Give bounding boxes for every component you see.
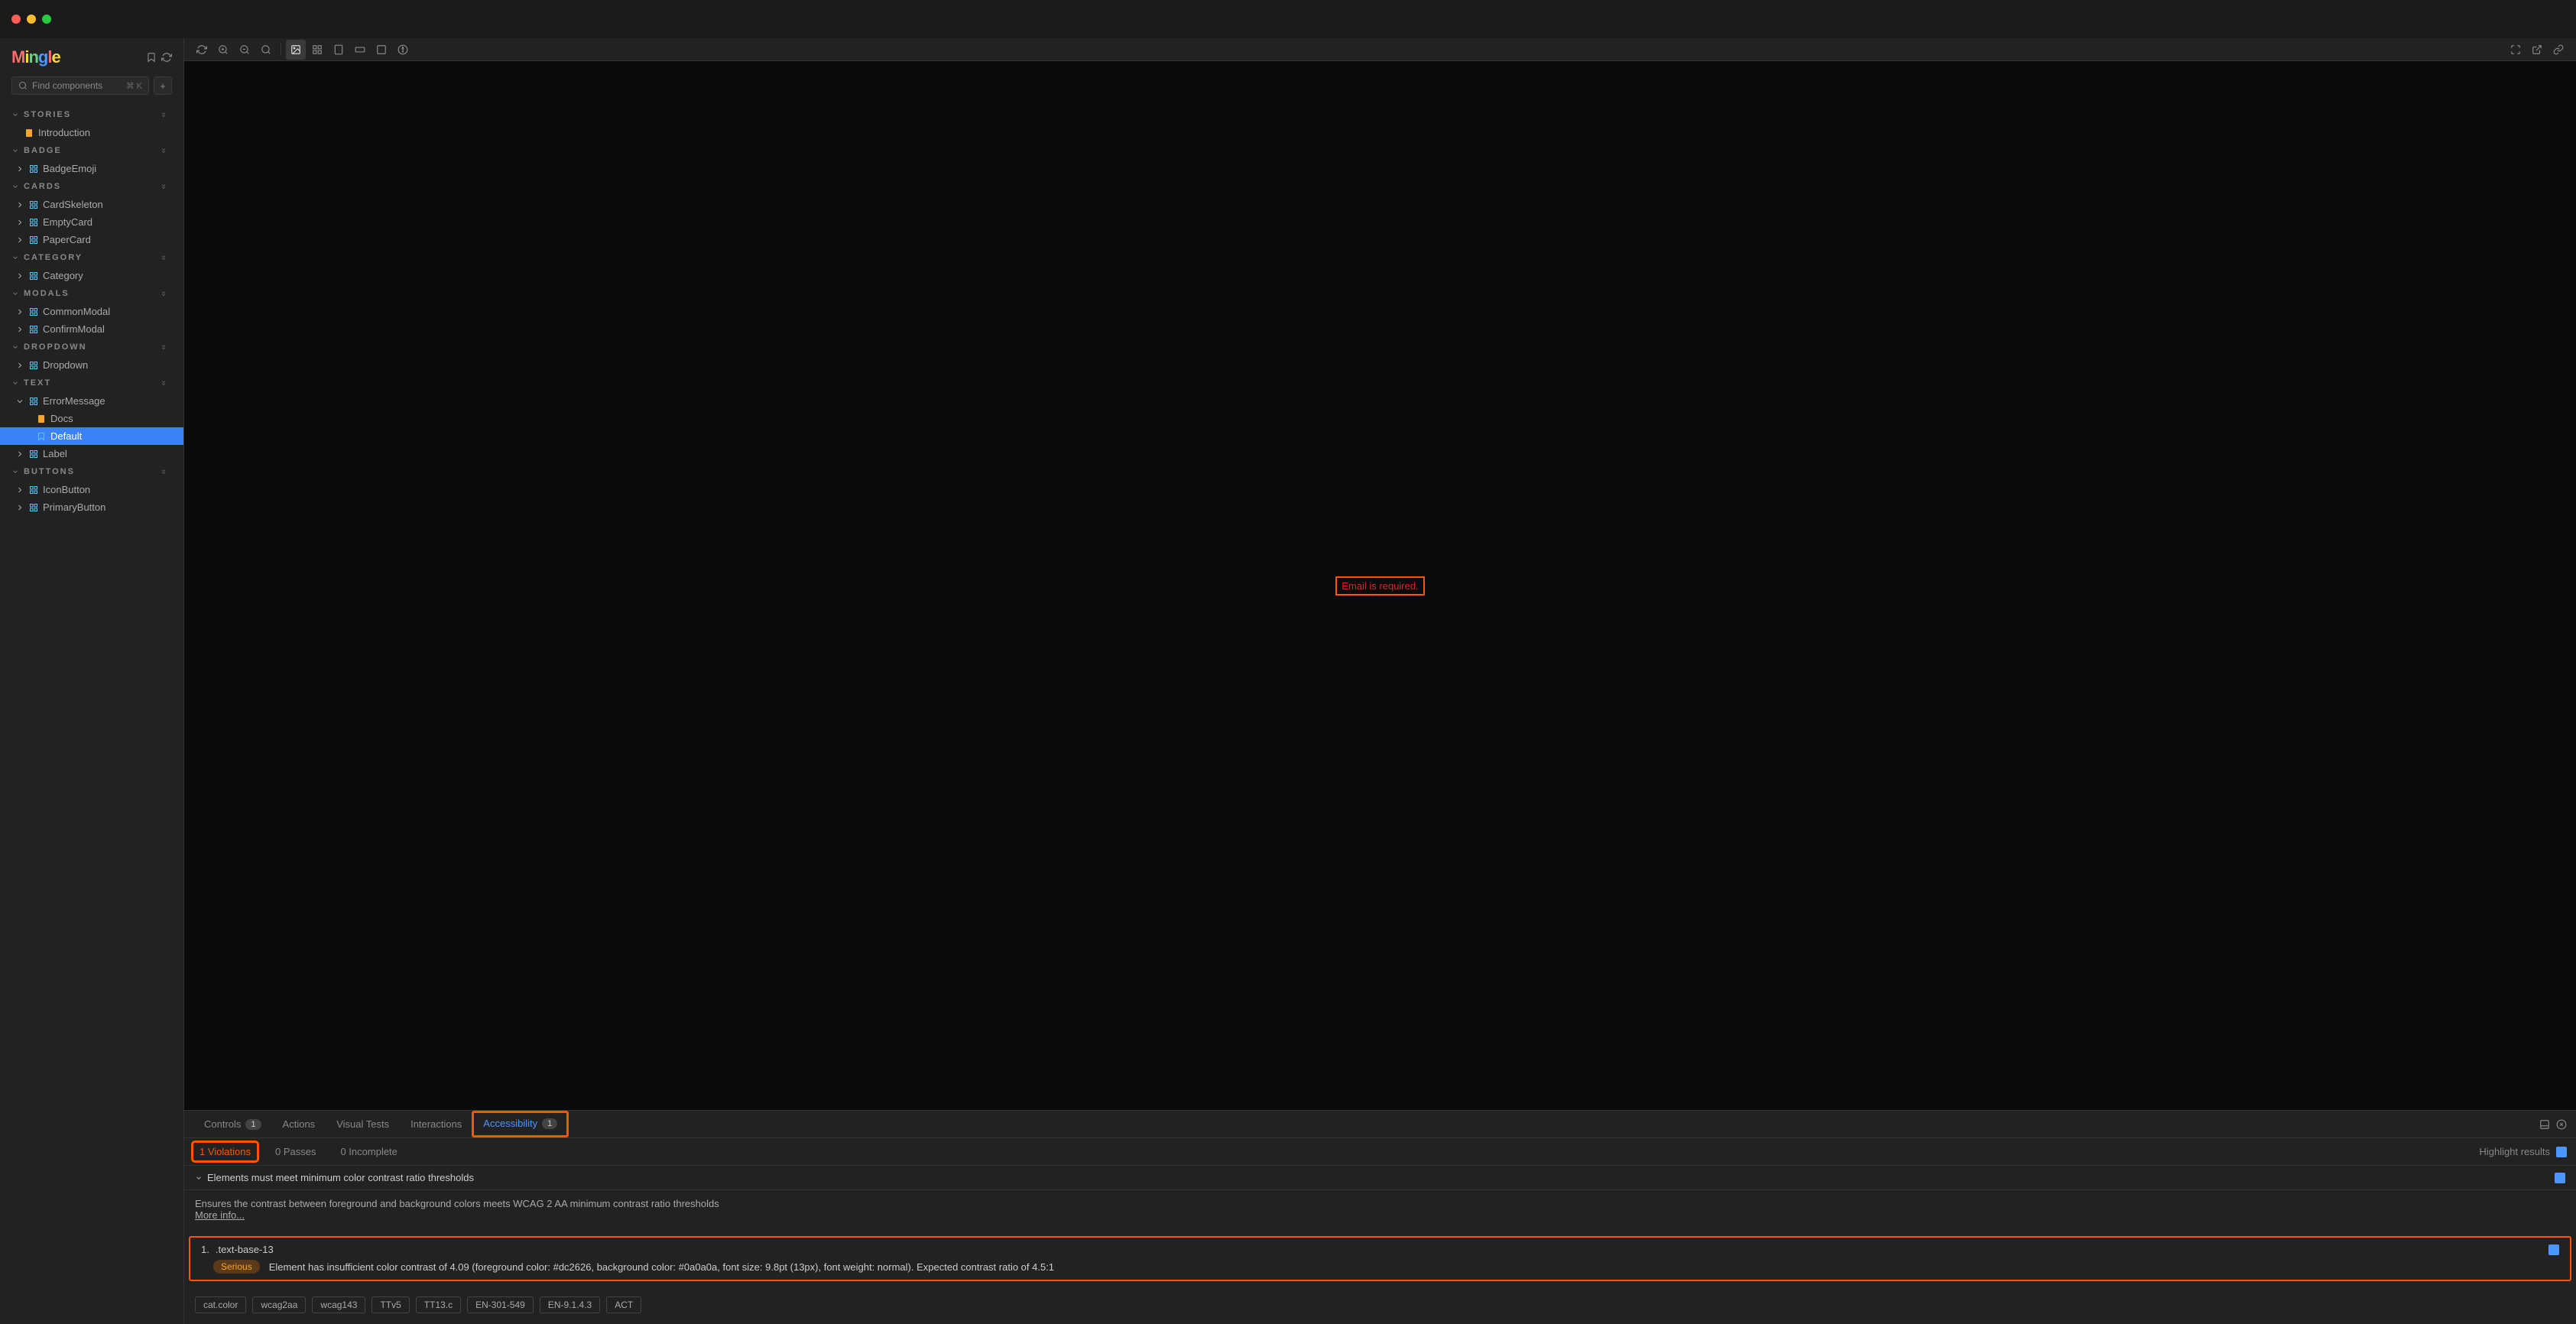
sync-button[interactable] [192,40,212,60]
violation-title: Elements must meet minimum color contras… [207,1172,474,1183]
detail-checkbox[interactable] [2548,1244,2559,1255]
tab-controls[interactable]: Controls1 [193,1112,272,1136]
tag: EN-301-549 [467,1296,534,1313]
violation-description: Ensures the contrast between foreground … [195,1198,2565,1209]
sidebar: Mingle Find components ⌘ K + STORIESIntr… [0,38,184,1324]
tree-item[interactable]: CommonModal [0,303,183,320]
tree-item-child[interactable]: Docs [0,410,183,427]
tree-item[interactable]: PrimaryButton [0,498,183,516]
refresh-icon[interactable] [161,52,172,63]
grid-button[interactable] [307,40,327,60]
zoom-out-button[interactable] [235,40,255,60]
section-header[interactable]: BUTTONS [0,462,183,481]
tag: ACT [606,1296,641,1313]
logo-row: Mingle [0,38,183,76]
traffic-lights [11,15,51,24]
tree-item[interactable]: BadgeEmoji [0,160,183,177]
severity-text: Element has insufficient color contrast … [269,1261,1054,1273]
section-header[interactable]: STORIES [0,105,183,124]
link-button[interactable] [2548,40,2568,60]
panel-position-icon[interactable] [2539,1119,2550,1130]
tree-item[interactable]: Category [0,267,183,284]
subtab[interactable]: 0 Incomplete [334,1143,403,1160]
section-header[interactable]: TEXT [0,374,183,392]
tab-visual-tests[interactable]: Visual Tests [326,1112,400,1136]
open-button[interactable] [2527,40,2547,60]
tree-item[interactable]: ErrorMessage [0,392,183,410]
search-placeholder: Find components [32,80,102,91]
zoom-reset-button[interactable] [256,40,276,60]
tree-item[interactable]: Dropdown [0,356,183,374]
tree-item[interactable]: CardSkeleton [0,196,183,213]
tab-interactions[interactable]: Interactions [400,1112,472,1136]
tree-item[interactable]: IconButton [0,481,183,498]
tab-accessibility[interactable]: Accessibility1 [472,1111,568,1137]
tags-row: cat.color wcag2aa wcag143 TTv5 TT13.c EN-301-… [184,1289,2576,1321]
highlight-checkbox[interactable] [2556,1147,2567,1157]
search-input[interactable]: Find components ⌘ K [11,76,149,95]
background-button[interactable] [286,40,306,60]
highlight-toggle[interactable]: Highlight results [2480,1146,2568,1157]
addon-tabs: Controls1ActionsVisual TestsInteractions… [184,1111,2576,1138]
subtab[interactable]: 0 Passes [269,1143,322,1160]
violation-detail: 1. .text-base-13 Serious Element has ins… [189,1236,2571,1281]
panel-content: Elements must meet minimum color contras… [184,1166,2576,1324]
toolbar [184,38,2576,61]
zoom-in-button[interactable] [213,40,233,60]
section-header[interactable]: MODALS [0,284,183,303]
subtab[interactable]: 1 Violations [193,1143,257,1160]
tree-item[interactable]: Introduction [0,124,183,141]
addon-panel: Controls1ActionsVisual TestsInteractions… [184,1110,2576,1324]
app-logo: Mingle [11,47,60,67]
tree-item[interactable]: PaperCard [0,231,183,248]
close-panel-icon[interactable] [2556,1119,2567,1130]
viewport-button[interactable] [329,40,349,60]
minimize-window[interactable] [27,15,36,24]
maximize-window[interactable] [42,15,51,24]
tree-item[interactable]: Label [0,445,183,462]
violation-header[interactable]: Elements must meet minimum color contras… [184,1166,2576,1190]
section-header[interactable]: DROPDOWN [0,338,183,356]
severity-badge: Serious [213,1260,260,1274]
canvas: Email is required. [184,61,2576,1110]
search-kbd: ⌘ K [126,81,142,91]
section-header[interactable]: CARDS [0,177,183,196]
tab-actions[interactable]: Actions [272,1112,326,1136]
tag: wcag2aa [252,1296,306,1313]
more-info-link[interactable]: More info... [195,1209,2565,1221]
tree-item[interactable]: EmptyCard [0,213,183,231]
component-tree: STORIESIntroductionBADGEBadgeEmojiCARDSC… [0,102,183,519]
tag: TTv5 [371,1296,409,1313]
chevron-down-icon [195,1174,203,1182]
error-message: Email is required. [1335,576,1424,595]
tree-item-child[interactable]: Default [0,427,183,445]
section-header[interactable]: BADGE [0,141,183,160]
tree-item[interactable]: ConfirmModal [0,320,183,338]
bookmark-icon[interactable] [146,52,157,63]
outline-button[interactable] [371,40,391,60]
a11y-subtabs: 1 Violations 0 Passes 0 Incomplete Highlig… [184,1138,2576,1166]
measure-button[interactable] [350,40,370,60]
titlebar [0,0,2576,38]
tag: TT13.c [416,1296,461,1313]
tag: wcag143 [312,1296,365,1313]
highlight-label: Highlight results [2480,1146,2551,1157]
detail-selector: .text-base-13 [216,1244,274,1255]
search-icon [18,81,28,90]
section-header[interactable]: CATEGORY [0,248,183,267]
tag: cat.color [195,1296,246,1313]
tag: EN-9.1.4.3 [540,1296,600,1313]
violation-checkbox[interactable] [2555,1173,2565,1183]
close-window[interactable] [11,15,21,24]
fullscreen-button[interactable] [2506,40,2526,60]
a11y-button[interactable] [393,40,413,60]
detail-number: 1. [201,1244,209,1255]
add-button[interactable]: + [154,76,172,95]
